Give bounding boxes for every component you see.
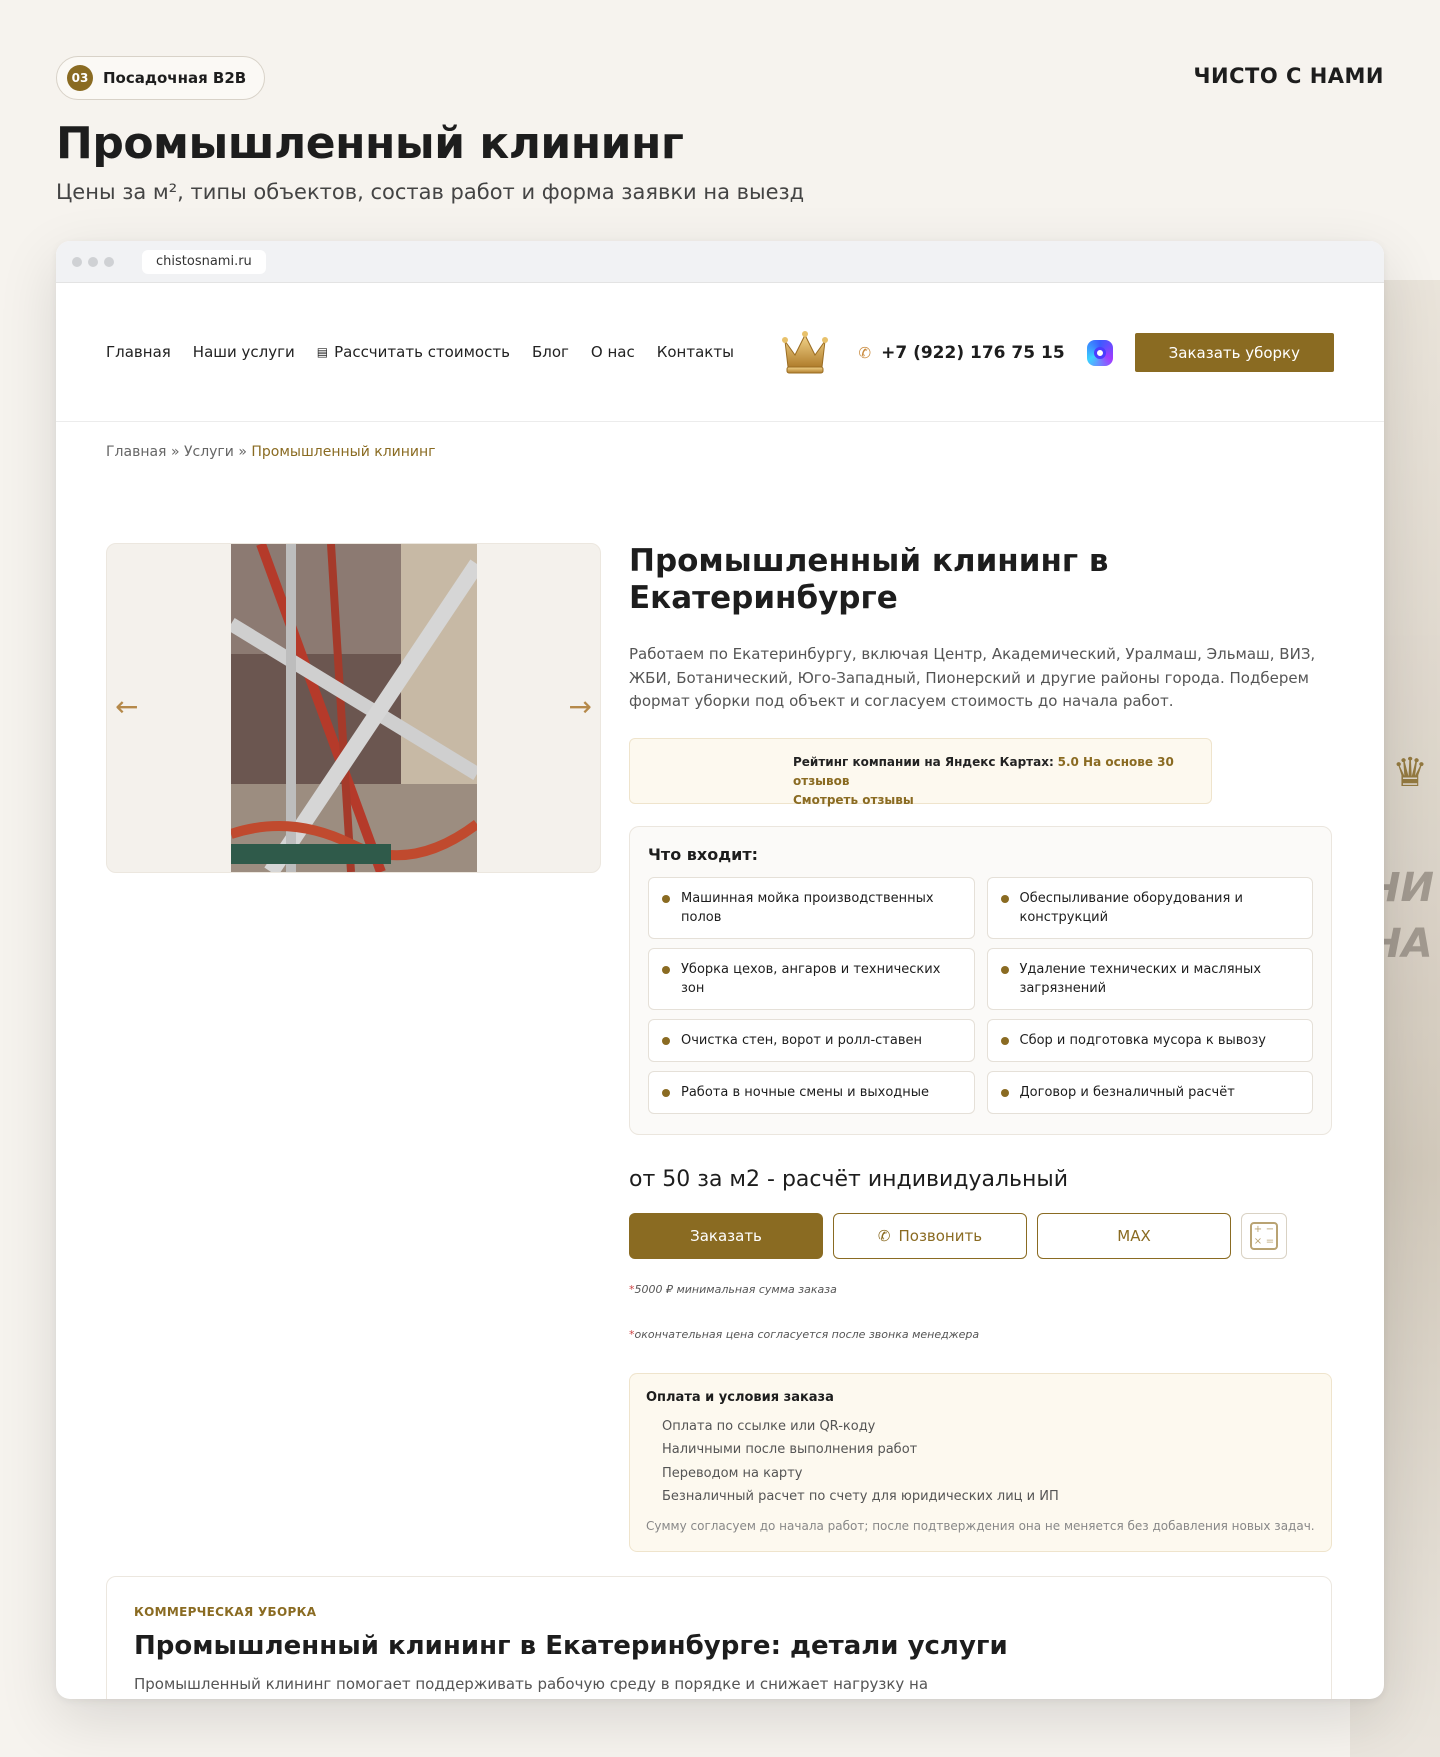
- details-title: Промышленный клининг в Екатеринбурге: де…: [134, 1631, 1008, 1661]
- brand-name: ЧИСТО С НАМИ: [1193, 64, 1384, 88]
- calculator-icon: + − × =: [1250, 1221, 1278, 1250]
- list-item: Машинная мойка производственных полов: [648, 876, 975, 939]
- hero-title: Промышленный клининг: [56, 118, 684, 169]
- payment-title: Оплата и условия заказа: [646, 1389, 834, 1405]
- nav-link-home[interactable]: Главная: [106, 343, 171, 361]
- badge-number: 03: [67, 65, 93, 91]
- service-title: Промышленный клининг в Екатеринбурге: [629, 543, 1109, 616]
- list-item: Работа в ночные смены и выходные: [648, 1070, 975, 1114]
- list-item: Уборка цехов, ангаров и технических зон: [648, 947, 975, 1010]
- min-order-note: *5000 ₽ минимальная сумма заказа: [629, 1282, 837, 1296]
- payment-list: Оплата по ссылке или QR-коду Наличными п…: [646, 1415, 1315, 1509]
- header-phone[interactable]: ✆ +7 (922) 176 75 15: [859, 343, 1065, 363]
- final-price-text: окончательная цена согласуется после зво…: [634, 1327, 980, 1341]
- breadcrumb: Главная » Услуги » Промышленный клининг: [56, 422, 1384, 460]
- order-button[interactable]: Заказать: [629, 1212, 823, 1259]
- service-description: Работаем по Екатеринбургу, включая Центр…: [629, 645, 1316, 710]
- site-header: Главная Наши услуги ▤ Рассчитать стоимос…: [56, 283, 1384, 422]
- list-item: Обеспыливание оборудования и конструкций: [986, 876, 1313, 939]
- window-dot: [72, 256, 82, 267]
- arrow-left-icon[interactable]: ←: [115, 690, 138, 723]
- call-button[interactable]: ✆ Позвонить: [833, 1212, 1027, 1259]
- list-item: Сбор и подготовка мусора к вывозу: [986, 1018, 1313, 1062]
- breadcrumb-services[interactable]: Услуги: [184, 444, 234, 460]
- gallery-photo: [231, 544, 477, 872]
- list-item: Безналичный расчет по счету для юридичес…: [662, 1489, 1059, 1504]
- nav-link-calculate-label: Рассчитать стоимость: [334, 343, 510, 361]
- includes-list: Машинная мойка производственных полов Об…: [648, 876, 1313, 1114]
- service-gallery: ← →: [106, 543, 601, 873]
- crown-watermark-icon: ♛: [1392, 750, 1428, 796]
- list-item: Наличными после выполнения работ: [662, 1442, 918, 1457]
- header-actions: ✆ +7 (922) 176 75 15 Заказать уборку: [859, 333, 1334, 372]
- payment-note: Сумму согласуем до начала работ; после п…: [646, 1518, 1315, 1533]
- messenger-icon[interactable]: [1086, 339, 1113, 366]
- breadcrumb-separator: »: [170, 444, 180, 460]
- list-item: Договор и безналичный расчёт: [986, 1070, 1313, 1114]
- details-eyebrow: КОММЕРЧЕСКАЯ УБОРКА: [134, 1605, 317, 1619]
- badge-label: Посадочная B2B: [103, 69, 247, 87]
- main-nav: Главная Наши услуги ▤ Рассчитать стоимос…: [106, 343, 734, 361]
- breadcrumb-home[interactable]: Главная: [106, 444, 166, 460]
- order-cleaning-button[interactable]: Заказать уборку: [1134, 333, 1334, 372]
- includes-title: Что входит:: [648, 844, 759, 864]
- browser-chrome: chistosnami.ru: [56, 241, 1384, 283]
- nav-link-calculate[interactable]: ▤ Рассчитать стоимость: [317, 343, 510, 361]
- hero-subtitle: Цены за м², типы объектов, состав работ …: [56, 180, 805, 204]
- call-button-label: Позвонить: [898, 1226, 983, 1245]
- list-item: Удаление технических и масляных загрязне…: [986, 947, 1313, 1010]
- includes-box: Что входит: Машинная мойка производствен…: [629, 825, 1332, 1135]
- list-item: Оплата по ссылке или QR-коду: [662, 1418, 876, 1434]
- browser-window: chistosnami.ru Главная Наши услуги ▤ Рас…: [56, 241, 1384, 1699]
- service-price: от 50 за м2 - расчёт индивидуальный: [629, 1166, 1069, 1192]
- service-details: КОММЕРЧЕСКАЯ УБОРКА Промышленный клининг…: [106, 1576, 1332, 1699]
- payment-box: Оплата и условия заказа Оплата по ссылке…: [629, 1372, 1332, 1552]
- calculator-button[interactable]: + − × =: [1241, 1212, 1287, 1259]
- phone-icon: ✆: [877, 1226, 891, 1245]
- arrow-right-icon[interactable]: →: [569, 690, 592, 723]
- address-bar[interactable]: chistosnami.ru: [142, 249, 266, 274]
- crown-logo-icon[interactable]: [780, 327, 830, 377]
- nav-link-blog[interactable]: Блог: [532, 343, 569, 361]
- list-item: Очистка стен, ворот и ролл-ставен: [648, 1018, 975, 1062]
- reviews-link[interactable]: Смотреть отзывы: [793, 791, 1197, 810]
- rating-label: Рейтинг компании на Яндекс Картах:: [793, 754, 1054, 769]
- breadcrumb-separator: »: [238, 444, 247, 460]
- phone-number: +7 (922) 176 75 15: [881, 342, 1065, 363]
- nav-link-contacts[interactable]: Контакты: [657, 343, 734, 361]
- page-badge: 03 Посадочная B2B: [56, 56, 266, 100]
- details-text: Промышленный клининг помогает поддержива…: [134, 1675, 929, 1693]
- final-price-note: *окончательная цена согласуется после зв…: [629, 1327, 980, 1341]
- window-dot: [104, 256, 114, 267]
- window-dot: [88, 256, 98, 267]
- calculator-icon: ▤: [316, 345, 329, 359]
- nav-link-about[interactable]: О нас: [591, 343, 635, 361]
- nav-link-services[interactable]: Наши услуги: [193, 343, 295, 361]
- breadcrumb-current: Промышленный клининг: [251, 444, 436, 460]
- min-order-text: 5000 ₽ минимальная сумма заказа: [634, 1282, 837, 1296]
- max-button[interactable]: MAX: [1037, 1212, 1231, 1259]
- phone-icon: ✆: [858, 343, 872, 362]
- list-item: Переводом на карту: [662, 1465, 803, 1481]
- service-info: Промышленный клининг в Екатеринбурге Раб…: [629, 543, 1332, 1552]
- service-actions: Заказать ✆ Позвонить MAX + − × =: [629, 1212, 1332, 1259]
- rating-box: Рейтинг компании на Яндекс Картах: 5.0 Н…: [629, 737, 1212, 807]
